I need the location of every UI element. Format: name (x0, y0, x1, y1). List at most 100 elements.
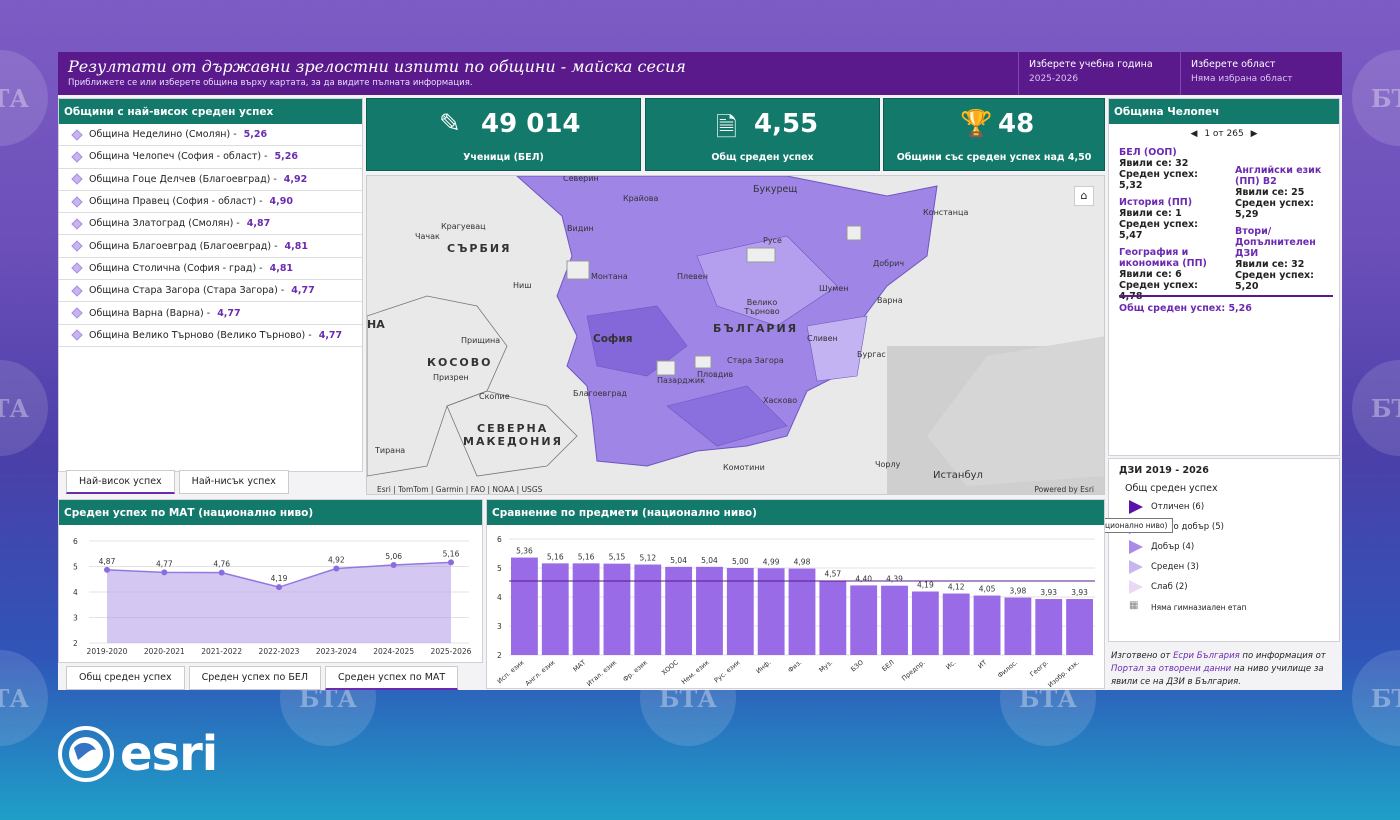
legend-label: Отличен (6) (1151, 502, 1205, 512)
data-label: 4,05 (979, 585, 996, 594)
map-label: Прищина (461, 336, 501, 345)
map-label: Комотини (723, 463, 765, 472)
data-point[interactable] (448, 559, 454, 566)
list-item[interactable]: Община Гоце Делчев (Благоевград) -4,92 (59, 169, 362, 191)
bar[interactable] (1035, 599, 1063, 655)
bar[interactable] (942, 593, 970, 655)
legend-panel: ДЗИ 2019 - 2026 Общ среден успех Отличен… (1108, 458, 1340, 642)
bar[interactable] (973, 595, 1001, 655)
municipality-value: 4,77 (318, 329, 343, 341)
data-label: 5,04 (701, 556, 718, 565)
tab-bel-average[interactable]: Среден успех по БЕЛ (188, 666, 321, 690)
data-label: 3,93 (1071, 588, 1088, 597)
data-label: 5,16 (443, 549, 460, 558)
globe-icon (58, 726, 114, 782)
bar[interactable] (1004, 597, 1032, 655)
municipality-value: 4,81 (269, 262, 294, 274)
data-label: 4,87 (99, 557, 116, 566)
region-selector[interactable]: Изберете област Няма избрана област (1180, 52, 1342, 95)
tab-highest[interactable]: Най-висок успех (66, 470, 175, 494)
list-item[interactable]: Община Неделино (Смолян) -5,26 (59, 124, 362, 147)
data-label: 5,16 (578, 552, 595, 561)
next-icon[interactable]: ▶ (1251, 129, 1258, 139)
legend-title: ДЗИ 2019 - 2026 (1119, 465, 1209, 476)
data-point[interactable] (276, 584, 282, 591)
map-view[interactable]: ⌂ Букурещ Северин Крайова Констанца Краг… (366, 175, 1105, 495)
kpi-students-caption: Ученици (БЕЛ) (463, 152, 544, 163)
data-label: 4,40 (855, 574, 872, 583)
map-label: Благоевград (573, 389, 627, 398)
open-data-portal-link[interactable]: Портал за отворени данни (1111, 664, 1231, 674)
data-label: 4,98 (794, 558, 811, 567)
subject-name: История (ПП) (1119, 197, 1193, 208)
list-item[interactable]: Община Стара Загора (Стара Загора) -4,77 (59, 280, 362, 303)
data-label: 4,77 (156, 559, 173, 568)
dashboard: Резултати от държавни зрелостни изпити п… (58, 52, 1342, 690)
data-point[interactable] (218, 569, 225, 576)
map-label: Букурещ (753, 184, 798, 195)
bar[interactable] (665, 566, 693, 655)
data-label: 5,04 (670, 556, 687, 565)
bar[interactable] (1066, 599, 1093, 655)
bar[interactable] (911, 591, 939, 655)
list-item[interactable]: Община Правец (София - област) -4,90 (59, 191, 362, 214)
bar[interactable] (572, 563, 600, 655)
tab-overall-average[interactable]: Общ среден успех (66, 666, 185, 690)
map-label: Крагуевац (441, 222, 486, 231)
overall-average: Общ среден успех: 5,26 (1119, 303, 1252, 314)
list-item[interactable]: Община Благоевград (Благоевград) -4,81 (59, 235, 362, 258)
list-item[interactable]: Община Челопеч (София - област) -5,26 (59, 146, 362, 169)
bar[interactable] (541, 563, 569, 655)
kpi-students: ✎ 49 014 Ученици (БЕЛ) (366, 98, 641, 171)
municipality-name: Община Варна (Варна) (89, 307, 204, 319)
info-title: Община Челопеч (1109, 99, 1339, 124)
map-label: Добрич (873, 259, 905, 268)
bar[interactable] (819, 580, 847, 655)
list-item[interactable]: Община Варна (Варна) -4,77 (59, 302, 362, 325)
list-item[interactable]: Община Златоград (Смолян) -4,87 (59, 213, 362, 236)
x-tick-label: Нем. език (680, 658, 711, 686)
x-tick-label: Физ. (786, 658, 803, 674)
x-tick-label: Изобр. изк. (1046, 658, 1080, 687)
diamond-icon (71, 262, 83, 275)
map-label: Хасково (763, 396, 798, 405)
data-label: 4,57 (824, 569, 841, 578)
bar[interactable] (696, 566, 723, 655)
home-icon[interactable]: ⌂ (1074, 186, 1094, 206)
y-tick-label: 3 (497, 622, 502, 631)
data-point[interactable] (161, 569, 168, 576)
region-selector-value[interactable]: Няма избрана област (1191, 74, 1332, 84)
y-tick-label: 4 (497, 593, 502, 602)
map-label: СЕВЕРНА (477, 422, 549, 435)
subject-name: География и икономика (ПП) (1119, 247, 1207, 269)
esri-bulgaria-link[interactable]: Есри България (1173, 651, 1240, 661)
tab-lowest[interactable]: Най-нисък успех (178, 470, 289, 494)
year-selector[interactable]: Изберете учебна година 2025-2026 (1018, 52, 1180, 95)
data-label: 5,12 (639, 554, 656, 563)
tab-mat-average[interactable]: Среден успех по МАТ (324, 666, 459, 690)
subject-name: Английски език (ПП) B2 (1235, 165, 1322, 187)
legend-item: ▦ Няма гимназиален етап (1129, 600, 1329, 614)
bar[interactable] (634, 564, 662, 655)
map-label: Истанбул (933, 470, 983, 481)
data-label: 3,98 (1010, 587, 1027, 596)
bar[interactable] (850, 585, 878, 655)
year-selector-value[interactable]: 2025-2026 (1029, 74, 1170, 84)
diamond-icon (71, 195, 83, 208)
data-label: 4,39 (886, 575, 903, 584)
list-item[interactable]: Община Столична (София - град) -4,81 (59, 258, 362, 281)
subject-average: Среден успех: 5,29 (1235, 198, 1314, 220)
map-label: СЪРБИЯ (447, 242, 512, 255)
x-tick-label: 2024-2025 (373, 647, 414, 656)
data-point[interactable] (333, 565, 340, 572)
data-point[interactable] (390, 561, 397, 568)
list-item[interactable]: Община Велико Търново (Велико Търново) -4… (59, 325, 362, 347)
bar[interactable] (603, 563, 631, 655)
bar[interactable] (511, 557, 538, 655)
data-point[interactable] (104, 566, 110, 573)
previous-icon[interactable]: ◀ (1191, 129, 1198, 139)
bar[interactable] (881, 585, 908, 655)
data-label: 5,06 (385, 552, 402, 561)
map-label: Скопие (479, 392, 510, 401)
legend-label: Добър (4) (1151, 542, 1195, 552)
